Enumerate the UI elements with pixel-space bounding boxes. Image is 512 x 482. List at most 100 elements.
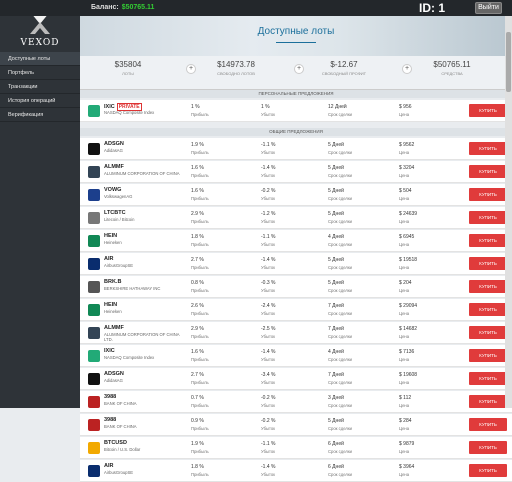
- p3-value: 12 Дней: [328, 104, 347, 110]
- company-logo-icon: [88, 465, 100, 477]
- sidebar-item[interactable]: Портфель: [0, 66, 80, 80]
- company-logo-icon: [88, 105, 100, 117]
- p3-cell: 7 Дней Срок сделки: [328, 372, 352, 385]
- buy-button[interactable]: КУПИТЬ: [469, 104, 507, 117]
- buy-button[interactable]: КУПИТЬ: [469, 165, 507, 178]
- price-value: $ 19608: [399, 372, 418, 378]
- buy-button[interactable]: КУПИТЬ: [469, 441, 507, 454]
- buy-button[interactable]: КУПИТЬ: [469, 464, 507, 477]
- p1-label: Прибыль: [191, 357, 209, 362]
- p2-label: Убыток: [261, 334, 276, 339]
- price-value: $ 3204: [399, 165, 415, 171]
- p2-value: -0.3 %: [261, 280, 276, 286]
- company-name: NASDAQ Composite Index: [104, 355, 155, 360]
- table-row: IXIC PRIVATE NASDAQ Composite Index 1 % Приб…: [80, 100, 512, 122]
- p3-cell: 6 Дней Срок сделки: [328, 464, 352, 477]
- buy-button[interactable]: КУПИТЬ: [469, 211, 507, 224]
- stats-bar: $35804 Лоты + $14973.78 Свободно лотов + $-12.…: [80, 56, 512, 90]
- stat-label: Средства: [441, 71, 463, 76]
- plus-icon: +: [402, 64, 412, 74]
- price-value: $ 9562: [399, 142, 415, 148]
- company-logo-icon: [88, 373, 100, 385]
- price-value: $ 956: [399, 104, 412, 110]
- price-value: $ 112: [399, 395, 412, 401]
- buy-button[interactable]: КУПИТЬ: [469, 418, 507, 431]
- ticker-symbol: AIR: [104, 463, 114, 469]
- p2-cell: -1.4 % Убыток: [261, 257, 275, 270]
- p3-label: Срок сделки: [328, 173, 353, 178]
- buy-button[interactable]: КУПИТЬ: [469, 188, 507, 201]
- buy-button[interactable]: КУПИТЬ: [469, 257, 507, 270]
- p1-value: 1.6 %: [191, 349, 204, 355]
- ticker: ADSGN: [104, 141, 124, 147]
- buy-button[interactable]: КУПИТЬ: [469, 349, 507, 362]
- p1-cell: 1.6 % Прибыль: [191, 188, 209, 201]
- p2-label: Убыток: [261, 288, 276, 293]
- general-offers-header: ОБЩИЕ ПРЕДЛОЖЕНИЯ: [80, 128, 512, 136]
- p1-value: 1.9 %: [191, 142, 204, 148]
- ticker-symbol: ALMMF: [104, 325, 124, 331]
- p3-label: Срок сделки: [328, 334, 353, 339]
- company-name: NASDAQ Composite Index: [104, 110, 155, 115]
- buy-button[interactable]: КУПИТЬ: [469, 303, 507, 316]
- exit-button[interactable]: Выйти: [475, 2, 502, 14]
- buy-button[interactable]: КУПИТЬ: [469, 395, 507, 408]
- ticker-symbol: 3988: [104, 417, 117, 423]
- ticker: HEIN: [104, 302, 117, 308]
- p2-value: -1.1 %: [261, 234, 276, 240]
- company-name: Heineken: [104, 240, 122, 245]
- stat-item: $14973.78 Свободно лотов: [196, 60, 276, 76]
- p2-value: -1.4 %: [261, 257, 276, 263]
- company-name: VolkswagenAG: [104, 194, 133, 199]
- price-cell: $ 3964 Цена: [399, 464, 414, 477]
- sidebar-item[interactable]: Верификация: [0, 108, 80, 122]
- table-row: ADSGN AdidasAG 1.9 % Прибыль -1.1 % Убыток 5 Д…: [80, 138, 512, 160]
- price-label: Цена: [399, 380, 410, 385]
- company-logo-icon: [88, 258, 100, 270]
- p2-label: Убыток: [261, 403, 276, 408]
- p1-label: Прибыль: [191, 472, 209, 477]
- p2-label: Убыток: [261, 311, 276, 316]
- buy-button[interactable]: КУПИТЬ: [469, 326, 507, 339]
- price-value: $ 14682: [399, 326, 418, 332]
- company-name: BERKSHIRE HATHAWAY INC: [104, 286, 161, 291]
- p3-cell: 5 Дней Срок сделки: [328, 280, 352, 293]
- p2-value: -2.5 %: [261, 326, 276, 332]
- price-label: Цена: [399, 265, 410, 270]
- p2-value: -0.2 %: [261, 395, 276, 401]
- sidebar-item[interactable]: Транзакции: [0, 80, 80, 94]
- p1-label: Прибыль: [191, 196, 209, 201]
- p1-cell: 2.9 % Прибыль: [191, 326, 209, 339]
- ticker-symbol: ALMMF: [104, 164, 124, 170]
- company-logo-icon: [88, 327, 100, 339]
- sidebar-item[interactable]: Доступные лоты: [0, 52, 80, 66]
- p1-label: Прибыль: [191, 380, 209, 385]
- price-cell: $ 956 Цена: [399, 104, 412, 117]
- p1-value: 1.6 %: [191, 188, 204, 194]
- price-value: $ 6945: [399, 234, 415, 240]
- p3-label: Срок сделки: [328, 311, 353, 316]
- p1-cell: 1 % Прибыль: [191, 104, 209, 117]
- table-row: ALMMF ALUMINUM CORPORATION OF CHINA 1.6 % П…: [80, 161, 512, 183]
- balance-value: $50765.11: [121, 4, 155, 11]
- company-logo-icon: [88, 442, 100, 454]
- buy-button[interactable]: КУПИТЬ: [469, 234, 507, 247]
- table-row: LTCBTC Litecoin / Bitcoin 2.9 % Прибыль -1.2…: [80, 207, 512, 229]
- sidebar-item[interactable]: История операций: [0, 94, 80, 108]
- table-row: 3988 BANK OF CHINA 0.7 % Прибыль -0.2 % Убыто…: [80, 391, 512, 413]
- p2-cell: -0.2 % Убыток: [261, 188, 275, 201]
- p2-cell: -1.1 % Убыток: [261, 234, 275, 247]
- balance: Баланс: $50765.11: [91, 4, 154, 11]
- sidebar: VEXOD Доступные лоты Портфель Транзакции Ис…: [0, 0, 80, 408]
- p2-label: Убыток: [261, 150, 276, 155]
- buy-button[interactable]: КУПИТЬ: [469, 372, 507, 385]
- p3-value: 4 Дней: [328, 234, 344, 240]
- company-name: BANK OF CHINA: [104, 401, 137, 406]
- buy-button[interactable]: КУПИТЬ: [469, 142, 507, 155]
- stat-item: $-12.67 Свободный профит: [304, 60, 384, 76]
- scrollbar[interactable]: [505, 16, 512, 408]
- p3-cell: 6 Дней Срок сделки: [328, 441, 352, 454]
- buy-button[interactable]: КУПИТЬ: [469, 280, 507, 293]
- p3-value: 3 Дней: [328, 395, 344, 401]
- scrollbar-thumb[interactable]: [506, 32, 511, 92]
